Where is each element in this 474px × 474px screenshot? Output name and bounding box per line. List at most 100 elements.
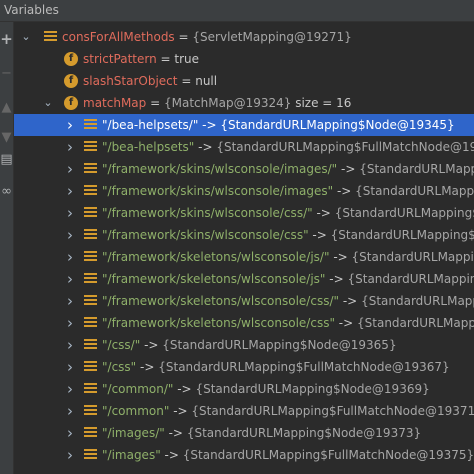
- minus-icon[interactable]: −: [0, 66, 13, 82]
- map-entry-icon: [84, 317, 97, 329]
- map-entry-row[interactable]: › "/framework/skeletons/wlsconsole/js/" -…: [14, 246, 474, 268]
- collapsed-arrow-icon[interactable]: ›: [64, 356, 76, 378]
- collapsed-arrow-icon[interactable]: ›: [64, 268, 76, 290]
- entry-value: {StandardURLMapping$FullMatchNode@19375}: [182, 448, 474, 462]
- entry-key: "/images": [102, 448, 161, 462]
- collapsed-arrow-icon[interactable]: ›: [64, 114, 76, 136]
- entry-value: {StandardURLMapping$Fu: [347, 272, 474, 286]
- map-entry-row[interactable]: › "/images/" -> {StandardURLMapping$Node@…: [14, 422, 474, 444]
- entry-arrow: ->: [342, 294, 358, 308]
- entry-value: {StandardURLMapping$FullMatchNode@19367}: [158, 360, 450, 374]
- tree-row-root[interactable]: ⌄ consForAllMethods = {ServletMapping@19…: [14, 26, 474, 48]
- map-entry-row[interactable]: › "/framework/skeletons/wlsconsole/js" ->…: [14, 268, 474, 290]
- entry-arrow: ->: [340, 162, 356, 176]
- variable-name: consForAllMethods: [62, 30, 175, 44]
- entry-arrow: ->: [329, 272, 344, 286]
- map-entry-icon: [84, 383, 97, 395]
- entry-arrow: ->: [336, 184, 352, 198]
- map-entry-row[interactable]: › "/bea-helpsets" -> {StandardURLMapping$…: [14, 136, 474, 158]
- map-entry-row[interactable]: › "/framework/skins/wlsconsole/images/" -…: [14, 158, 474, 180]
- glasses-icon[interactable]: ∞: [0, 184, 13, 200]
- tree-row-field[interactable]: f strictPattern = true: [14, 48, 474, 70]
- tree-row-field[interactable]: f slashStarObject = null: [14, 70, 474, 92]
- map-entry-row[interactable]: › "/common/" -> {StandardURLMapping$Node@…: [14, 378, 474, 400]
- entry-value: {StandardURLMapping$N: [359, 162, 474, 176]
- variable-value: {ServletMapping@19271}: [192, 30, 352, 44]
- collapsed-arrow-icon[interactable]: ›: [64, 400, 76, 422]
- panel-title: Variables: [4, 3, 59, 17]
- collapsed-arrow-icon[interactable]: ›: [64, 334, 76, 356]
- entry-value: {StandardURLMapping$N: [351, 250, 474, 264]
- collapsed-arrow-icon[interactable]: ›: [64, 136, 76, 158]
- entry-key: "/css/": [102, 338, 141, 352]
- entry-key: "/bea-helpsets/": [102, 118, 199, 132]
- entry-key: "/framework/skeletons/wlsconsole/js/": [102, 250, 330, 264]
- entry-arrow: ->: [164, 448, 179, 462]
- entry-value: {StandardURLMapping$: [361, 294, 474, 308]
- entry-arrow: ->: [316, 206, 331, 220]
- map-entry-row[interactable]: › "/images" -> {StandardURLMapping$FullMa…: [14, 444, 474, 466]
- list-field-icon: [44, 31, 57, 43]
- entry-key: "/framework/skins/wlsconsole/css": [102, 228, 309, 242]
- entry-key: "/common": [102, 404, 170, 418]
- down-icon[interactable]: ▼: [0, 130, 13, 146]
- map-entry-icon: [84, 207, 97, 219]
- collapsed-arrow-icon[interactable]: ›: [64, 224, 76, 246]
- entry-key: "/framework/skeletons/wlsconsole/css/": [102, 294, 340, 308]
- variable-name: matchMap: [83, 96, 147, 110]
- map-entry-row[interactable]: › "/css/" -> {StandardURLMapping$Node@193…: [14, 334, 474, 356]
- copy-icon[interactable]: ▤: [0, 152, 13, 168]
- map-entry-row[interactable]: › "/css" -> {StandardURLMapping$FullMatch…: [14, 356, 474, 378]
- expanded-arrow-icon[interactable]: ⌄: [20, 26, 32, 48]
- entry-key: "/css": [102, 360, 137, 374]
- entry-value: {StandardURLMapping$Node@19365}: [162, 338, 397, 352]
- map-entry-row[interactable]: › "/common" -> {StandardURLMapping$FullMa…: [14, 400, 474, 422]
- entry-key: "/framework/skins/wlsconsole/css/": [102, 206, 313, 220]
- tree-row-matchmap[interactable]: ⌄ f matchMap = {MatchMap@19324} size = 1…: [14, 92, 474, 114]
- entry-arrow: ->: [140, 360, 155, 374]
- collapsed-arrow-icon[interactable]: ›: [64, 180, 76, 202]
- map-entry-row[interactable]: › "/framework/skins/wlsconsole/css/" -> {…: [14, 202, 474, 224]
- entry-value: {StandardURLMapping$FullMatchNode@19347}: [216, 140, 474, 154]
- entry-value: {StandardURLMapping$Node@19373}: [186, 426, 422, 440]
- entry-value: {StandardURLMapping$Node@19369}: [195, 382, 430, 396]
- entry-arrow: ->: [168, 426, 183, 440]
- collapsed-arrow-icon[interactable]: ›: [64, 290, 76, 312]
- entry-arrow: ->: [144, 338, 159, 352]
- map-entry-icon: [84, 427, 97, 439]
- entry-arrow: ->: [198, 140, 213, 154]
- map-entry-row[interactable]: › "/framework/skeletons/wlsconsole/css" -…: [14, 312, 474, 334]
- map-entry-icon: [84, 405, 97, 417]
- collapsed-arrow-icon[interactable]: ›: [64, 312, 76, 334]
- up-icon[interactable]: ▲: [0, 100, 13, 116]
- entry-value: {StandardURLMapping$FullMatchNode@19371}: [191, 404, 474, 418]
- add-icon[interactable]: +: [0, 30, 13, 48]
- expanded-arrow-icon[interactable]: ⌄: [42, 92, 54, 114]
- collapsed-arrow-icon[interactable]: ›: [64, 246, 76, 268]
- variable-value: true: [174, 52, 200, 66]
- entry-key: "/framework/skins/wlsconsole/images/": [102, 162, 338, 176]
- field-icon: f: [64, 96, 78, 110]
- collapsed-arrow-icon[interactable]: ›: [64, 158, 76, 180]
- collapsed-arrow-icon[interactable]: ›: [64, 202, 76, 224]
- entry-key: "/bea-helpsets": [102, 140, 195, 154]
- variable-name: slashStarObject: [83, 74, 178, 88]
- map-entry-icon: [84, 185, 97, 197]
- variables-panel-header: Variables: [0, 0, 474, 22]
- entry-value: {StandardURLMapping$Node: [334, 206, 474, 220]
- map-entry-row[interactable]: › "/bea-helpsets/" -> {StandardURLMapping…: [14, 114, 474, 136]
- entry-arrow: ->: [177, 382, 192, 396]
- map-entry-row[interactable]: › "/framework/skins/wlsconsole/css" -> {S…: [14, 224, 474, 246]
- entry-key: "/common/": [102, 382, 174, 396]
- map-entry-icon: [84, 295, 97, 307]
- collapsed-arrow-icon[interactable]: ›: [64, 422, 76, 444]
- debugger-toolbar: + − ▲ ▼ ▤ ∞: [0, 22, 14, 474]
- map-entry-row[interactable]: › "/framework/skeletons/wlsconsole/css/" …: [14, 290, 474, 312]
- map-entry-icon: [84, 251, 97, 263]
- entry-arrow: ->: [312, 228, 327, 242]
- entry-arrow: ->: [338, 316, 354, 330]
- map-entry-row[interactable]: › "/framework/skins/wlsconsole/images" ->…: [14, 180, 474, 202]
- collapsed-arrow-icon[interactable]: ›: [64, 444, 76, 466]
- collapsed-arrow-icon[interactable]: ›: [64, 378, 76, 400]
- map-entry-icon: [84, 141, 97, 153]
